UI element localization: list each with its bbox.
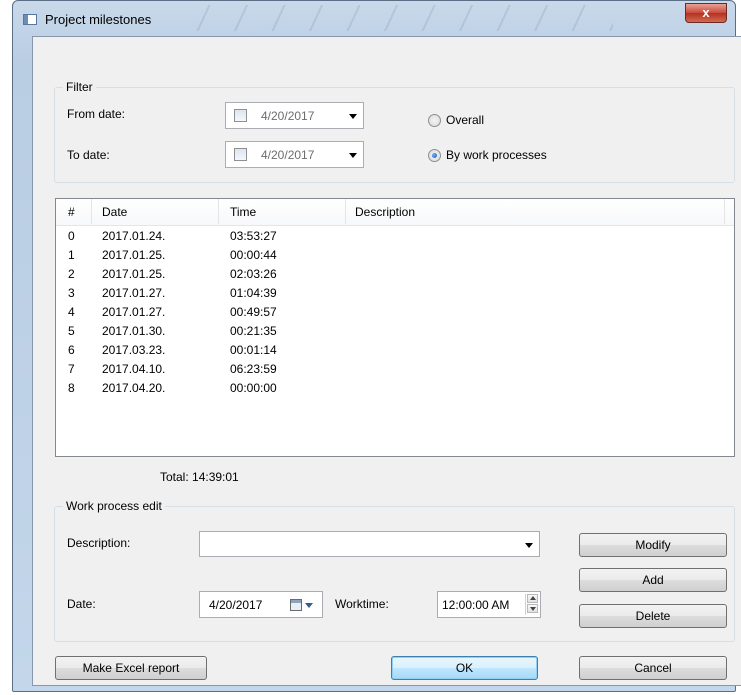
column-header-description[interactable]: Description bbox=[355, 205, 415, 219]
column-header-number[interactable]: # bbox=[68, 205, 75, 219]
cell-date: 2017.01.30. bbox=[102, 324, 166, 338]
cell-number: 2 bbox=[68, 267, 75, 281]
total-label: Total: 14:39:01 bbox=[160, 470, 239, 484]
cell-time: 00:49:57 bbox=[230, 305, 277, 319]
cell-time: 00:01:14 bbox=[230, 343, 277, 357]
dialog-client-area: Filter From date: 4/20/2017 To date: 4/2… bbox=[32, 36, 741, 686]
worktime-value: 12:00:00 AM bbox=[442, 598, 510, 612]
filter-group: Filter bbox=[54, 80, 735, 183]
delete-button[interactable]: Delete bbox=[579, 604, 727, 628]
window-title: Project milestones bbox=[45, 12, 152, 27]
cell-time: 01:04:39 bbox=[230, 286, 277, 300]
table-row[interactable]: 2 2017.01.25. 02:03:26 bbox=[56, 265, 734, 284]
title-bar[interactable]: Project milestones x bbox=[13, 1, 735, 35]
milestones-list[interactable]: # Date Time Description 0 2017.01.24. 03… bbox=[55, 198, 735, 457]
close-button[interactable]: x bbox=[685, 3, 727, 23]
cell-date: 2017.01.25. bbox=[102, 267, 166, 281]
table-row[interactable]: 5 2017.01.30. 00:21:35 bbox=[56, 322, 734, 341]
to-date-checkbox[interactable] bbox=[234, 148, 247, 161]
cell-number: 3 bbox=[68, 286, 75, 300]
cell-number: 8 bbox=[68, 381, 75, 395]
cancel-button[interactable]: Cancel bbox=[579, 656, 727, 680]
table-row[interactable]: 1 2017.01.25. 00:00:44 bbox=[56, 246, 734, 265]
cell-date: 2017.01.27. bbox=[102, 286, 166, 300]
worktime-label: Worktime: bbox=[335, 597, 389, 611]
radio-overall-label[interactable]: Overall bbox=[446, 113, 484, 127]
from-date-value: 4/20/2017 bbox=[261, 109, 315, 123]
cell-date: 2017.03.23. bbox=[102, 343, 166, 357]
worktime-field[interactable]: 12:00:00 AM bbox=[437, 591, 541, 618]
work-process-edit-title: Work process edit bbox=[63, 499, 165, 513]
table-row[interactable]: 7 2017.04.10. 06:23:59 bbox=[56, 360, 734, 379]
cell-time: 06:23:59 bbox=[230, 362, 277, 376]
description-combobox[interactable] bbox=[199, 531, 540, 557]
date-value: 4/20/2017 bbox=[209, 598, 263, 612]
radio-overall[interactable] bbox=[428, 114, 441, 127]
cell-number: 5 bbox=[68, 324, 75, 338]
cell-time: 03:53:27 bbox=[230, 229, 277, 243]
make-excel-report-button[interactable]: Make Excel report bbox=[55, 656, 207, 680]
chevron-down-icon[interactable] bbox=[349, 114, 357, 119]
from-date-picker[interactable]: 4/20/2017 bbox=[225, 102, 364, 129]
column-header-time[interactable]: Time bbox=[230, 205, 256, 219]
spin-up-icon[interactable] bbox=[527, 594, 538, 603]
to-date-label: To date: bbox=[67, 148, 110, 162]
radio-by-work-processes[interactable] bbox=[428, 149, 441, 162]
list-header: # Date Time Description bbox=[56, 199, 734, 226]
from-date-label: From date: bbox=[67, 107, 126, 121]
cell-date: 2017.01.27. bbox=[102, 305, 166, 319]
cell-date: 2017.01.25. bbox=[102, 248, 166, 262]
table-row[interactable]: 3 2017.01.27. 01:04:39 bbox=[56, 284, 734, 303]
worktime-spinner[interactable] bbox=[525, 594, 539, 615]
calendar-icon[interactable] bbox=[290, 599, 302, 611]
spin-down-icon[interactable] bbox=[527, 604, 538, 613]
filter-group-title: Filter bbox=[63, 80, 96, 94]
add-button[interactable]: Add bbox=[579, 568, 727, 592]
description-label: Description: bbox=[67, 536, 131, 550]
cell-time: 02:03:26 bbox=[230, 267, 277, 281]
table-row[interactable]: 6 2017.03.23. 00:01:14 bbox=[56, 341, 734, 360]
date-label: Date: bbox=[67, 597, 96, 611]
cell-time: 00:21:35 bbox=[230, 324, 277, 338]
window-app-icon bbox=[23, 14, 37, 25]
from-date-checkbox[interactable] bbox=[234, 109, 247, 122]
title-bar-texture bbox=[193, 5, 613, 31]
to-date-picker[interactable]: 4/20/2017 bbox=[225, 141, 364, 168]
cell-number: 0 bbox=[68, 229, 75, 243]
table-row[interactable]: 8 2017.04.20. 00:00:00 bbox=[56, 379, 734, 398]
cell-date: 2017.01.24. bbox=[102, 229, 166, 243]
cell-number: 4 bbox=[68, 305, 75, 319]
ok-button[interactable]: OK bbox=[391, 656, 538, 680]
chevron-down-icon[interactable] bbox=[525, 543, 533, 548]
chevron-down-icon[interactable] bbox=[349, 153, 357, 158]
cell-time: 00:00:00 bbox=[230, 381, 277, 395]
radio-by-work-processes-label[interactable]: By work processes bbox=[446, 148, 547, 162]
cell-date: 2017.04.20. bbox=[102, 381, 166, 395]
cell-number: 7 bbox=[68, 362, 75, 376]
cell-number: 1 bbox=[68, 248, 75, 262]
cell-time: 00:00:44 bbox=[230, 248, 277, 262]
date-picker[interactable]: 4/20/2017 bbox=[199, 591, 323, 618]
chevron-down-icon[interactable] bbox=[305, 603, 313, 608]
table-row[interactable]: 4 2017.01.27. 00:49:57 bbox=[56, 303, 734, 322]
cell-date: 2017.04.10. bbox=[102, 362, 166, 376]
table-row[interactable]: 0 2017.01.24. 03:53:27 bbox=[56, 227, 734, 246]
dialog-window: Project milestones x Filter From date: 4… bbox=[12, 0, 741, 692]
column-header-date[interactable]: Date bbox=[102, 205, 127, 219]
modify-button[interactable]: Modify bbox=[579, 533, 727, 557]
cell-number: 6 bbox=[68, 343, 75, 357]
to-date-value: 4/20/2017 bbox=[261, 148, 315, 162]
